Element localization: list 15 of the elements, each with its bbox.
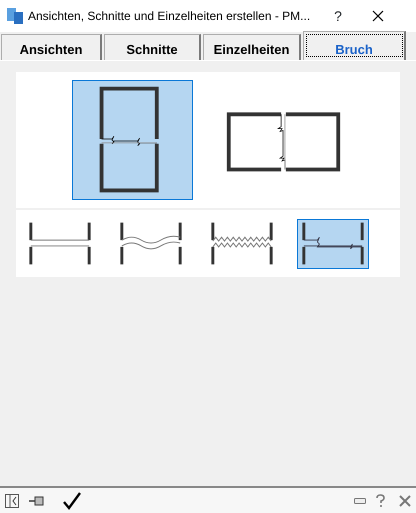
close-icon[interactable] — [372, 10, 384, 22]
break-style-option[interactable] — [297, 218, 369, 268]
tab[interactable]: Einzelheiten — [203, 34, 301, 60]
window-title: Ansichten, Schnitte und Einzelheiten erstellen - PM... — [28, 8, 310, 25]
check-icon[interactable] — [63, 492, 81, 510]
app-logo — [6, 7, 24, 25]
tab[interactable]: Ansichten — [1, 34, 102, 60]
tab[interactable]: Schnitte — [104, 34, 201, 60]
help-button[interactable]: ? — [334, 6, 342, 26]
help-icon[interactable] — [376, 494, 385, 508]
collapse-panel-icon[interactable] — [5, 494, 19, 508]
break-orientation-option[interactable] — [72, 80, 193, 200]
minimize-icon[interactable] — [354, 498, 366, 504]
tab[interactable]: Bruch — [303, 31, 406, 60]
pin-icon[interactable] — [29, 494, 45, 506]
